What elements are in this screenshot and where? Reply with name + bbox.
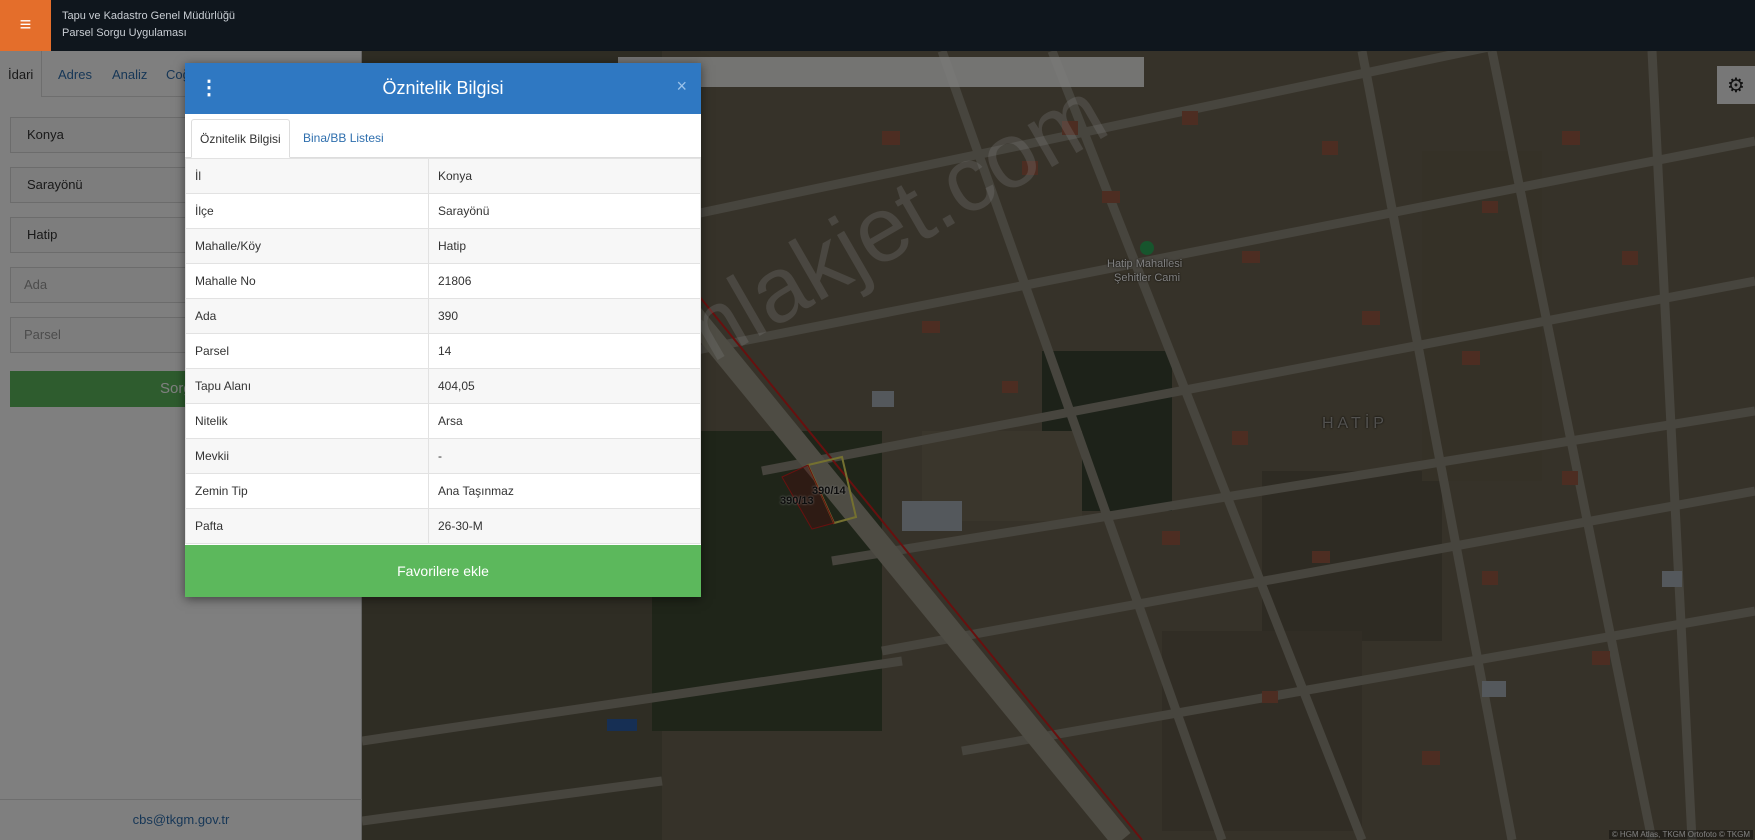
attr-key: Ada <box>185 298 429 334</box>
table-row: Parsel 14 <box>185 333 701 369</box>
app-title-line1: Tapu ve Kadastro Genel Müdürlüğü <box>62 10 236 22</box>
table-row: Pafta 26-30-M <box>185 508 701 544</box>
hamburger-menu-button[interactable]: ≡ <box>0 0 51 51</box>
app-title-line2: Parsel Sorgu Uygulaması <box>62 27 187 39</box>
attribute-table: İl Konya İlçe Sarayönü Mahalle/Köy Hatip… <box>185 158 701 544</box>
attr-value: 26-30-M <box>428 508 701 544</box>
table-row: Ada 390 <box>185 298 701 334</box>
table-row: Mahalle No 21806 <box>185 263 701 299</box>
modal-title: Öznitelik Bilgisi <box>382 78 504 98</box>
table-row: Nitelik Arsa <box>185 403 701 439</box>
tab-bina-bb-listesi[interactable]: Bina/BB Listesi <box>295 119 392 158</box>
attribute-info-modal: Öznitelik Bilgisi ⋮ × Öznitelik Bilgisi … <box>185 63 701 597</box>
attr-key: Mahalle No <box>185 263 429 299</box>
attr-key: Mahalle/Köy <box>185 228 429 264</box>
top-bar: ≡ Tapu ve Kadastro Genel Müdürlüğü Parse… <box>0 0 1755 51</box>
menu-icon: ≡ <box>19 14 32 36</box>
attr-key: Pafta <box>185 508 429 544</box>
attr-key: İl <box>185 158 429 194</box>
add-to-favorites-button[interactable]: Favorilere ekle <box>185 545 701 597</box>
table-row: Mahalle/Köy Hatip <box>185 228 701 264</box>
attr-value: 404,05 <box>428 368 701 404</box>
attr-value: Hatip <box>428 228 701 264</box>
tab-oznitelik-bilgisi[interactable]: Öznitelik Bilgisi <box>191 119 290 158</box>
table-row: İlçe Sarayönü <box>185 193 701 229</box>
table-row: İl Konya <box>185 158 701 194</box>
attr-value: Sarayönü <box>428 193 701 229</box>
attr-key: Nitelik <box>185 403 429 439</box>
kebab-menu-icon[interactable]: ⋮ <box>199 75 219 100</box>
attr-key: İlçe <box>185 193 429 229</box>
table-row: Zemin Tip Ana Taşınmaz <box>185 473 701 509</box>
modal-header: Öznitelik Bilgisi ⋮ × <box>185 63 701 114</box>
attr-key: Mevkii <box>185 438 429 474</box>
attr-value: Arsa <box>428 403 701 439</box>
close-icon[interactable]: × <box>676 76 687 97</box>
table-row: Tapu Alanı 404,05 <box>185 368 701 404</box>
attr-key: Tapu Alanı <box>185 368 429 404</box>
attr-value: 14 <box>428 333 701 369</box>
attr-key: Zemin Tip <box>185 473 429 509</box>
attr-value: 390 <box>428 298 701 334</box>
attr-value: Konya <box>428 158 701 194</box>
app-title: Tapu ve Kadastro Genel Müdürlüğü Parsel … <box>62 8 235 42</box>
attr-value: - <box>428 438 701 474</box>
attr-value: Ana Taşınmaz <box>428 473 701 509</box>
attr-value: 21806 <box>428 263 701 299</box>
attr-key: Parsel <box>185 333 429 369</box>
modal-tabs: Öznitelik Bilgisi Bina/BB Listesi <box>185 114 701 158</box>
table-row: Mevkii - <box>185 438 701 474</box>
